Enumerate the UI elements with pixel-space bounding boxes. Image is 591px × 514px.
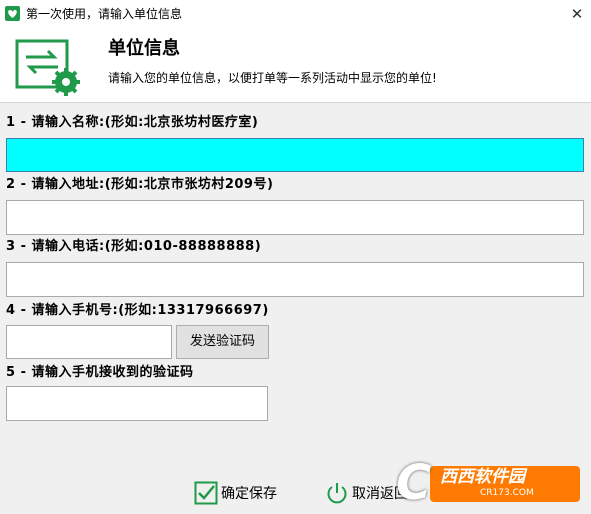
field-label-mobile: 4 - 请输入手机号:(形如:13317966697)	[6, 303, 269, 318]
title-bar: 第一次使用，请输入单位信息 ✕	[0, 0, 591, 28]
app-heart-icon	[5, 6, 20, 21]
watermark-url: CR173.COM	[480, 488, 534, 498]
field-label-code: 5 - 请输入手机接收到的验证码	[6, 365, 194, 380]
settings-transfer-icon	[14, 38, 84, 98]
header-panel: 单位信息 请输入您的单位信息，以便打单等一系列活动中显示您的单位!	[0, 28, 591, 102]
name-input[interactable]	[6, 138, 584, 172]
close-button[interactable]: ✕	[566, 3, 588, 25]
confirm-save-label: 确定保存	[221, 486, 277, 502]
window-title: 第一次使用，请输入单位信息	[26, 7, 183, 21]
mobile-input[interactable]	[6, 325, 172, 359]
field-label-address: 2 - 请输入地址:(形如:北京市张坊村209号)	[6, 177, 274, 192]
address-input[interactable]	[6, 200, 584, 235]
confirm-save-button[interactable]: 确定保存	[194, 479, 277, 507]
watermark-text: 西西软件园	[440, 467, 525, 487]
site-watermark: C 西西软件园 CR173.COM	[396, 458, 586, 508]
header-title: 单位信息	[108, 38, 180, 59]
power-icon	[325, 481, 349, 505]
verification-code-input[interactable]	[6, 386, 268, 421]
phone-input[interactable]	[6, 262, 584, 297]
field-label-name: 1 - 请输入名称:(形如:北京张坊村医疗室)	[6, 115, 259, 130]
header-divider	[0, 102, 591, 103]
send-code-button[interactable]: 发送验证码	[176, 325, 269, 359]
checkmark-icon	[194, 481, 218, 505]
header-description: 请输入您的单位信息，以便打单等一系列活动中显示您的单位!	[108, 71, 437, 85]
field-label-phone: 3 - 请输入电话:(形如:010-88888888)	[6, 239, 262, 254]
